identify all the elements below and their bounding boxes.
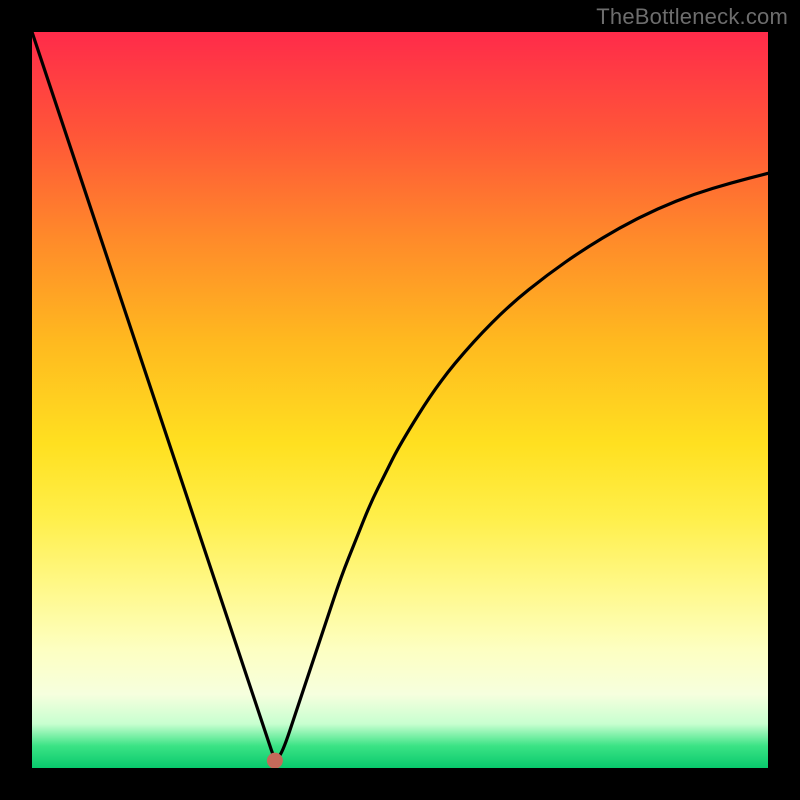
chart-svg: [32, 32, 768, 768]
plot-area: [32, 32, 768, 768]
chart-frame: TheBottleneck.com: [0, 0, 800, 800]
bottleneck-curve: [32, 32, 768, 758]
optimal-point-marker: [267, 753, 283, 768]
attribution-watermark: TheBottleneck.com: [596, 4, 788, 30]
